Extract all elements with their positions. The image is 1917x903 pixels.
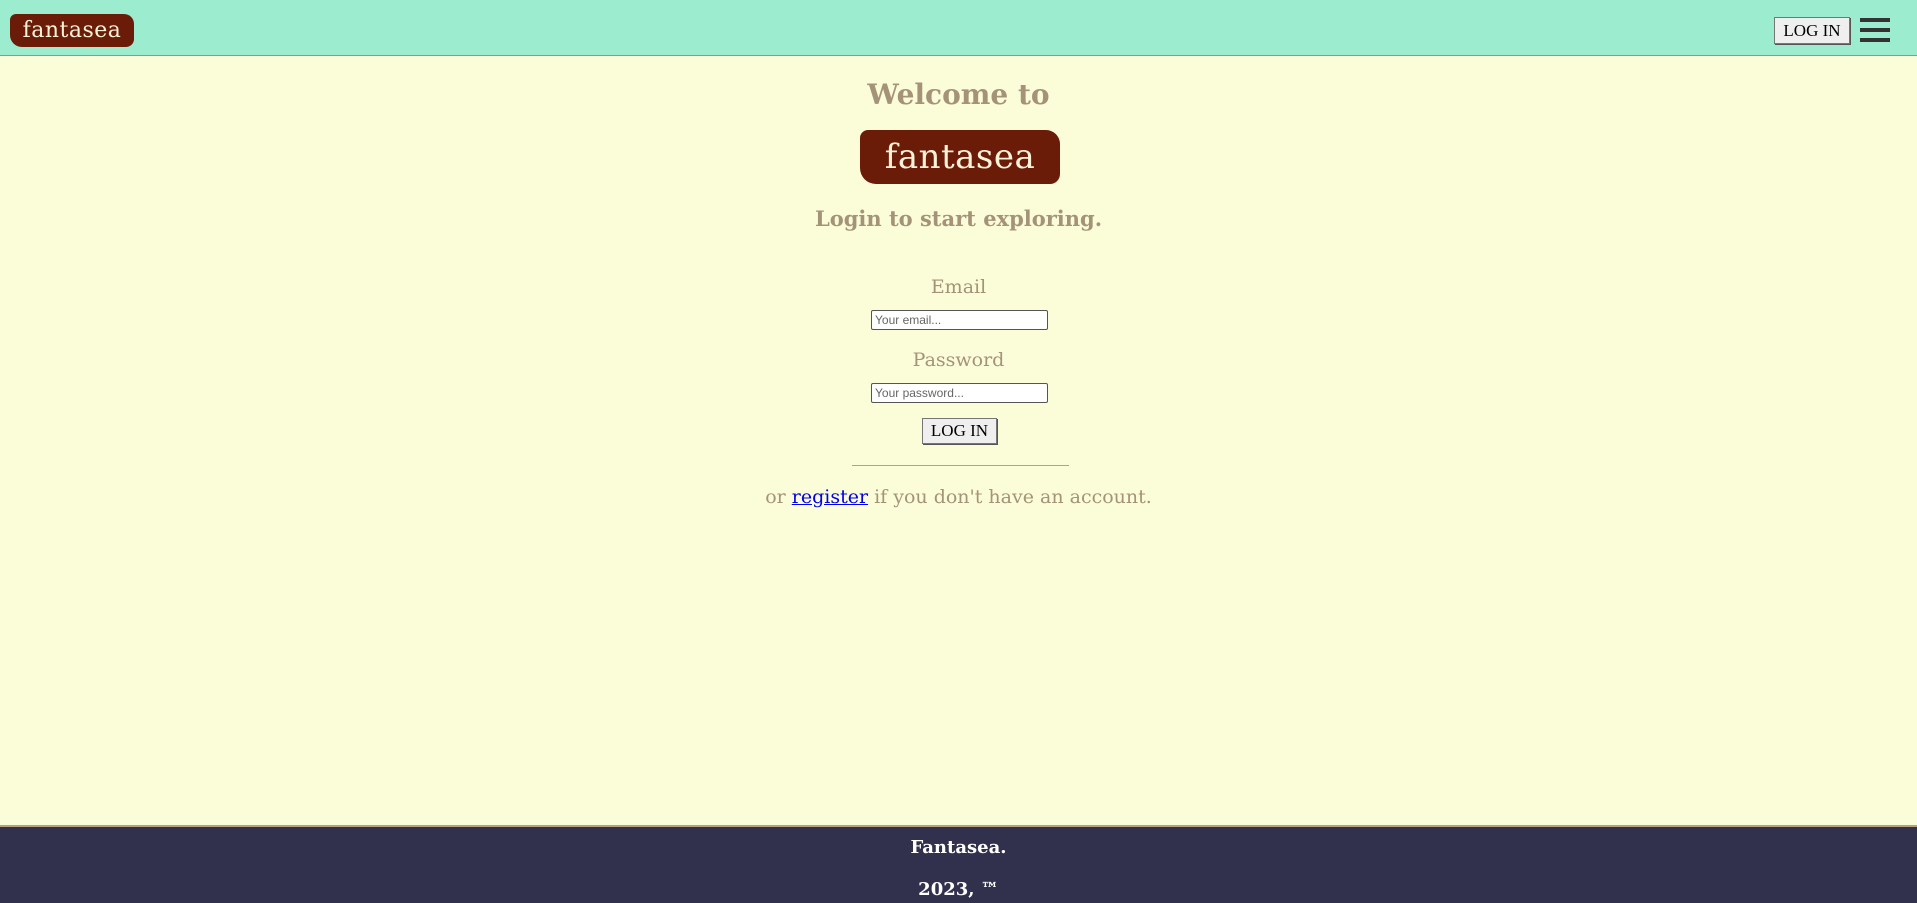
header-login-button[interactable]: LOG IN [1774, 17, 1850, 44]
login-submit-button[interactable]: LOG IN [922, 418, 997, 444]
email-label: Email [930, 276, 987, 298]
register-suffix: if you don't have an account. [874, 486, 1152, 508]
register-prompt: or register if you don't have an account… [0, 486, 1917, 508]
footer-copyright: 2023, ™ [918, 879, 999, 900]
top-navbar: fantasea LOG IN [0, 0, 1917, 56]
welcome-heading: Welcome to [867, 78, 1050, 111]
footer: Fantasea. 2023, ™ [0, 825, 1917, 903]
footer-brand: Fantasea. [910, 837, 1007, 858]
brand-logo[interactable]: fantasea [10, 14, 134, 47]
register-prefix: or [765, 486, 786, 508]
email-field[interactable] [871, 310, 1048, 330]
password-field[interactable] [871, 383, 1048, 403]
hamburger-menu-icon[interactable] [1860, 18, 1890, 44]
login-subtitle: Login to start exploring. [814, 206, 1103, 231]
password-label: Password [912, 349, 1005, 371]
hero-logo: fantasea [860, 130, 1060, 184]
register-link[interactable]: register [792, 486, 868, 508]
divider [852, 465, 1069, 466]
